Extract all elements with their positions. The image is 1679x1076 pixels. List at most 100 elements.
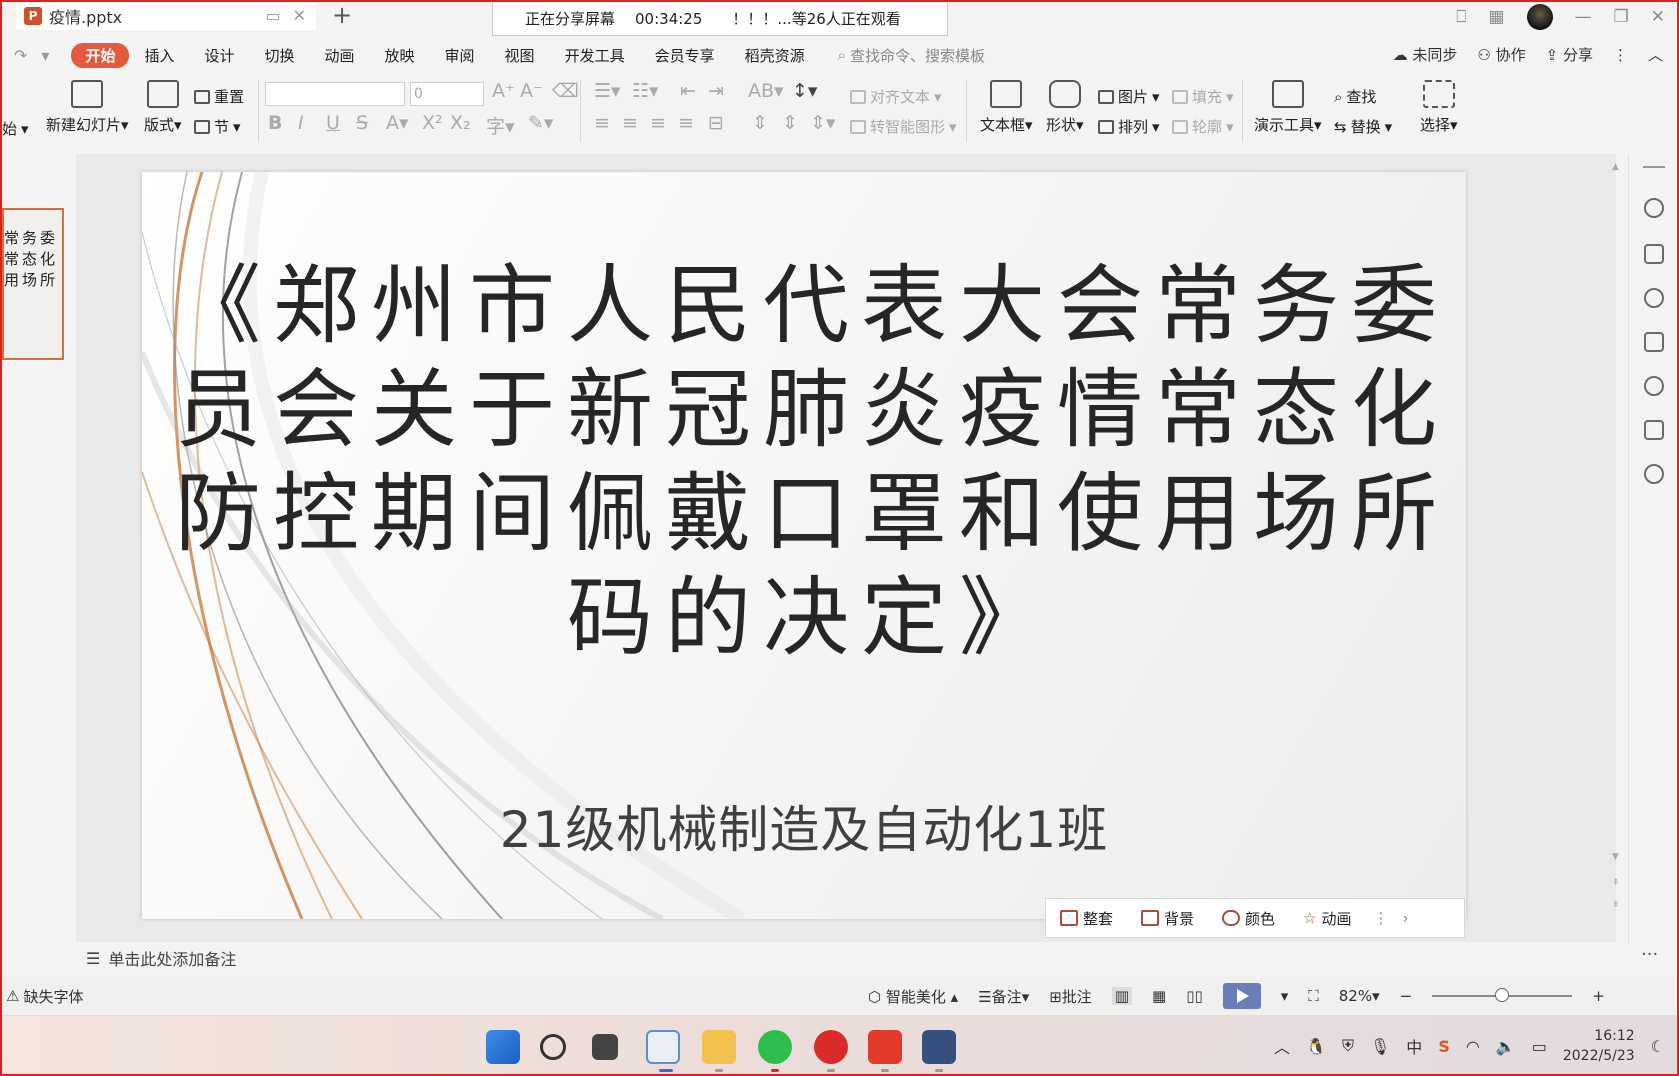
lightning-icon[interactable] — [1644, 464, 1664, 484]
close-window-icon[interactable]: ✕ — [1651, 7, 1665, 27]
comments-button[interactable]: ⊞批注 — [1049, 986, 1092, 1007]
wechat-icon[interactable] — [758, 1030, 792, 1064]
star-icon[interactable] — [1644, 288, 1664, 308]
zoom-slider[interactable] — [1432, 988, 1573, 1002]
menu-tab[interactable]: 审阅 — [430, 45, 490, 66]
superscript-icon[interactable]: X² — [422, 112, 443, 134]
menu-tab[interactable]: 设计 — [189, 45, 249, 66]
font-color-icon[interactable]: A▾ — [386, 112, 409, 134]
increase-indent-icon[interactable]: ⇥ — [708, 80, 724, 102]
menu-tab[interactable]: 稻壳资源 — [730, 45, 820, 66]
menu-tab[interactable]: 会员专享 — [640, 45, 730, 66]
present-tools-button[interactable]: 演示工具▾ — [1254, 80, 1322, 135]
settings-slider-icon[interactable] — [1644, 244, 1664, 264]
command-search[interactable]: ⌕ 查找命令、搜索模板 — [838, 45, 985, 66]
menu-tab[interactable]: 动画 — [310, 45, 370, 66]
layout-button[interactable]: 版式▾ — [144, 80, 182, 135]
section-button[interactable]: 节 ▾ — [194, 116, 241, 137]
find-button[interactable]: ⌕ 查找 — [1334, 86, 1376, 107]
text-direction-icon[interactable]: AB▾ — [748, 80, 784, 102]
help-icon[interactable] — [1644, 376, 1664, 396]
pin-icon[interactable]: ▭ — [265, 6, 280, 25]
collapse-ribbon-icon[interactable]: ︿ — [1648, 44, 1663, 65]
fill-button[interactable]: 填充 ▾ — [1172, 86, 1234, 107]
minimize-icon[interactable]: — — [1575, 7, 1592, 27]
education-app-icon[interactable] — [922, 1030, 956, 1064]
new-slide-button[interactable]: 新建幻灯片▾ — [46, 80, 129, 135]
align-center-icon[interactable]: ≡ — [622, 112, 638, 134]
menu-tab[interactable]: 放映 — [370, 45, 430, 66]
sogou-ime-icon[interactable]: S — [1438, 1037, 1450, 1056]
bullet-list-icon[interactable]: ☰▾ — [594, 80, 621, 102]
beautify-button[interactable]: ⬡ 智能美化 ▴ — [868, 986, 958, 1007]
smart-shape-button[interactable]: 转智能图形 ▾ — [850, 116, 957, 137]
phonetic-icon[interactable]: 字▾ — [486, 112, 515, 139]
volume-icon[interactable]: 🔈 — [1496, 1037, 1516, 1056]
more-icon[interactable]: ··· — [1641, 944, 1658, 965]
notes-toggle-button[interactable]: ☰备注▾ — [978, 986, 1029, 1007]
sorter-view-icon[interactable]: ▦ — [1152, 987, 1166, 1005]
wifi-icon[interactable]: ◠ — [1466, 1037, 1480, 1056]
share-button[interactable]: ⇪ 分享 — [1546, 44, 1593, 65]
rocket-icon[interactable] — [1644, 198, 1664, 218]
grid-apps-icon[interactable]: ▦ — [1488, 7, 1504, 27]
subscript-icon[interactable]: X₂ — [450, 112, 471, 134]
play-options-icon[interactable]: ▾ — [1281, 987, 1289, 1005]
color-button[interactable]: 颜色 — [1208, 908, 1289, 929]
zoom-level[interactable]: 82%▾ — [1339, 987, 1380, 1005]
slide-thumbnail[interactable]: 常务委 常态化 用场所 — [2, 208, 64, 360]
zoom-out-icon[interactable]: − — [1400, 987, 1413, 1005]
battery-icon[interactable]: ▭ — [1532, 1037, 1547, 1056]
collab-button[interactable]: ⚇ 协作 — [1477, 44, 1525, 65]
bold-icon[interactable]: B — [268, 112, 282, 134]
font-size-select[interactable]: 0 — [410, 82, 484, 106]
underline-icon[interactable]: U — [326, 112, 340, 134]
menu-tab[interactable]: 视图 — [490, 45, 550, 66]
clock[interactable]: 16:12 2022/5/23 — [1563, 1026, 1635, 1066]
font-family-select[interactable] — [265, 82, 405, 106]
arrange-button[interactable]: 排列 ▾ — [1098, 116, 1160, 137]
normal-view-icon[interactable]: ▥ — [1111, 987, 1132, 1005]
menu-tab[interactable]: 开始 — [71, 42, 130, 68]
more-icon[interactable]: ⋮ — [1613, 46, 1628, 64]
spacing-before-icon[interactable]: ⇕ — [782, 112, 798, 134]
slide[interactable]: 《郑州市人民代表大会常务委 员会关于新冠肺炎疫情常态化 防控期间佩戴口罩和使用场… — [142, 172, 1466, 919]
strikethrough-icon[interactable]: S — [356, 112, 368, 134]
menu-tab[interactable]: 开发工具 — [550, 45, 640, 66]
scroll-up-icon[interactable]: ▲ — [1612, 162, 1619, 172]
shrink-font-icon[interactable]: A⁻ — [520, 80, 543, 102]
more-icon[interactable]: ⋮ — [1366, 909, 1397, 927]
focus-moon-icon[interactable]: ☾ — [1651, 1037, 1665, 1056]
menu-tab[interactable]: 插入 — [129, 45, 189, 66]
ime-indicator[interactable]: 中 — [1406, 1034, 1422, 1058]
animation-button[interactable]: ☆ 动画 — [1289, 908, 1365, 929]
qq-icon[interactable]: 🐧 — [1306, 1037, 1326, 1056]
italic-icon[interactable]: I — [298, 112, 304, 134]
reset-button[interactable]: 重置 — [194, 86, 244, 107]
image-tools-icon[interactable] — [1644, 420, 1664, 440]
zoom-slider-handle[interactable] — [1495, 988, 1510, 1002]
scroll-down-icon[interactable]: ▼ — [1612, 852, 1619, 862]
highlight-icon[interactable]: ✎▾ — [528, 112, 553, 134]
avatar[interactable] — [1526, 4, 1553, 30]
netease-music-icon[interactable] — [814, 1030, 848, 1064]
grow-font-icon[interactable]: A⁺ — [492, 80, 515, 102]
line-spacing-icon[interactable]: ↕▾ — [792, 80, 817, 102]
switch-icon[interactable] — [1644, 332, 1664, 352]
notes-pane[interactable]: ☰ 单击此处添加备注 — [76, 942, 1628, 974]
outline-button[interactable]: 轮廓 ▾ — [1172, 116, 1234, 137]
snipping-tool-icon[interactable] — [646, 1030, 680, 1064]
play-slideshow-button[interactable] — [1222, 983, 1261, 1009]
wps-office-icon[interactable] — [868, 1030, 902, 1064]
file-explorer-icon[interactable] — [702, 1030, 736, 1064]
replace-button[interactable]: ⇆ 替换 ▾ — [1334, 116, 1392, 137]
start-slideshow-button[interactable]: 始 ▾ — [2, 118, 29, 139]
align-left-icon[interactable]: ≡ — [594, 112, 610, 134]
vertical-scrollbar[interactable]: ▲ ▼ ⇞ ⇟ — [1612, 162, 1624, 922]
reading-view-icon[interactable]: ▯▯ — [1186, 987, 1203, 1005]
slide-subtitle[interactable]: 21级机械制造及自动化1班 — [142, 790, 1466, 862]
align-right-icon[interactable]: ≡ — [650, 112, 666, 134]
select-button[interactable]: 选择▾ — [1420, 80, 1458, 135]
align-text-button[interactable]: 对齐文本 ▾ — [850, 86, 942, 107]
clear-format-icon[interactable]: ⌫ — [552, 80, 579, 102]
